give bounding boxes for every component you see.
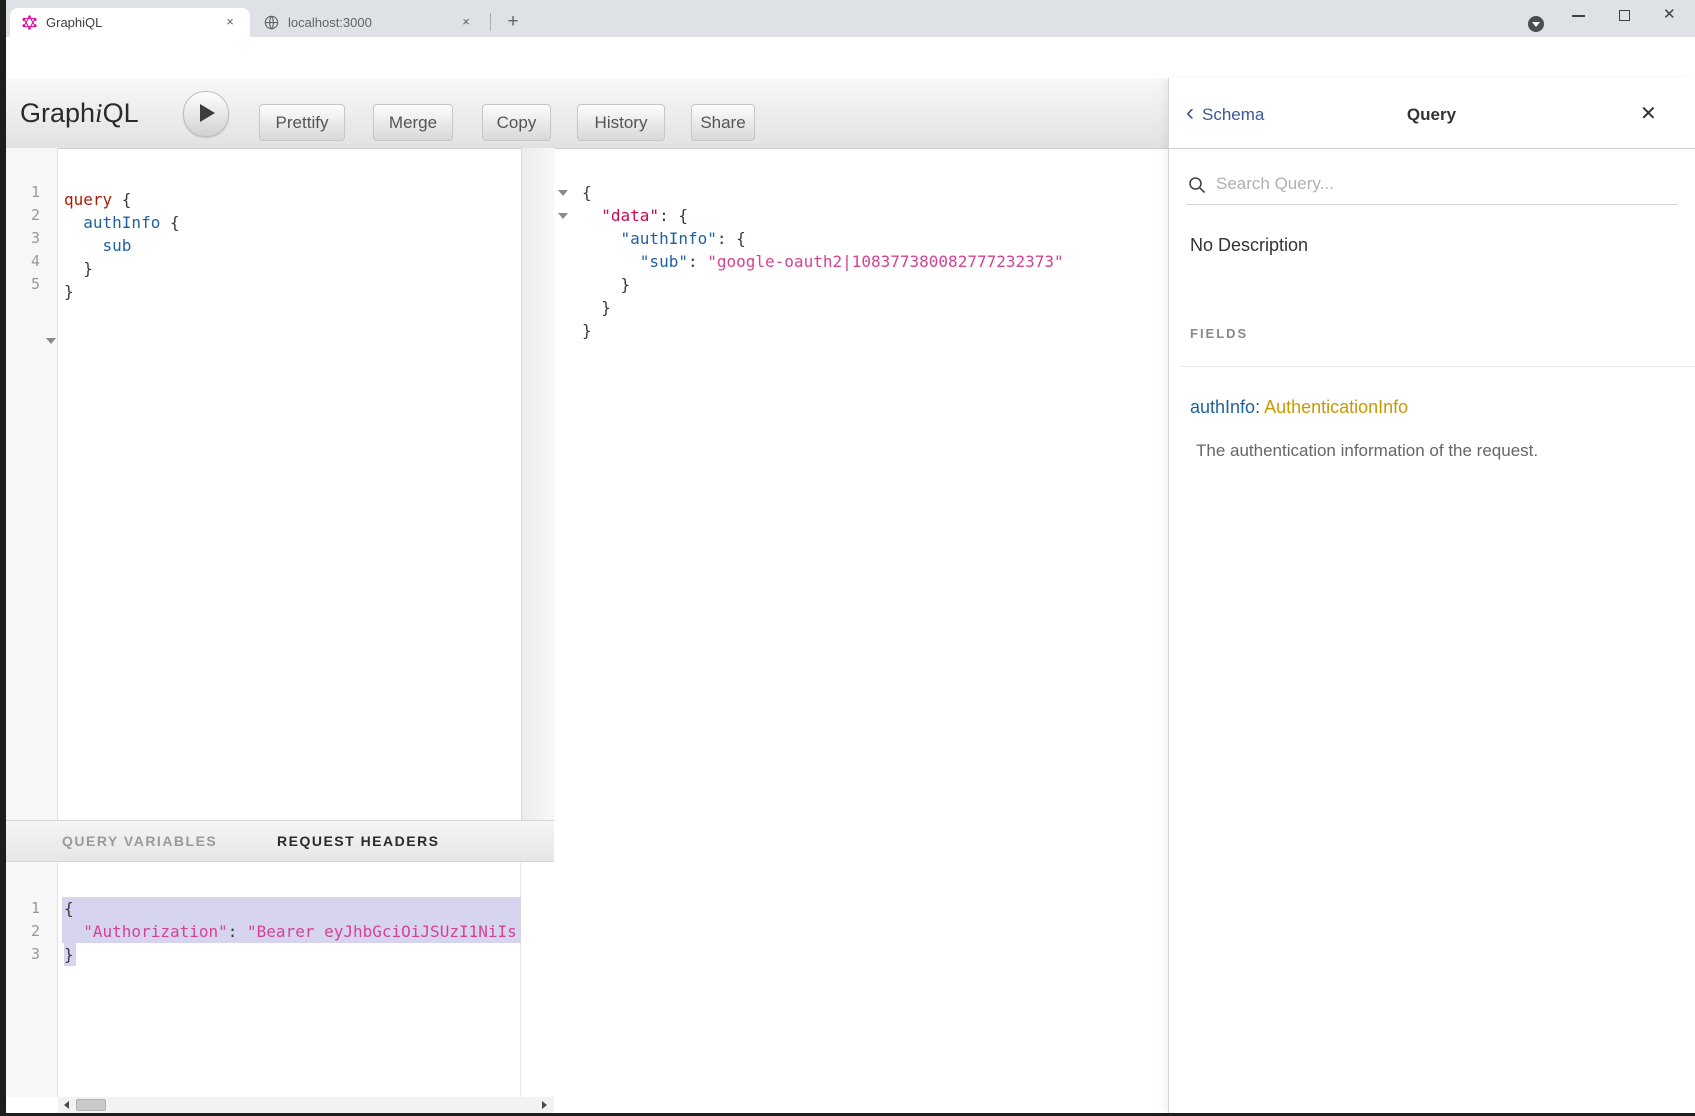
query-editor-gutter: 1 2 3 4 5 bbox=[6, 148, 58, 820]
browser-window: GraphiQL × localhost:3000 × + ✕ ← → ↻ bbox=[0, 0, 1695, 1116]
horizontal-scrollbar[interactable] bbox=[58, 1097, 554, 1113]
field-description: The authentication information of the re… bbox=[1196, 441, 1538, 461]
globe-icon bbox=[264, 15, 279, 30]
type-name-link[interactable]: AuthenticationInfo bbox=[1264, 397, 1408, 417]
graphql-logo-icon bbox=[22, 15, 37, 30]
code-line: "authInfo": { bbox=[582, 227, 746, 250]
headers-editor-gutter: 1 2 3 bbox=[6, 862, 58, 1097]
field-separator: : bbox=[1255, 397, 1264, 417]
line-number: 3 bbox=[6, 227, 40, 250]
pane-divider[interactable] bbox=[521, 148, 554, 820]
doc-explorer-panel bbox=[1168, 78, 1695, 1113]
minimize-button[interactable] bbox=[1572, 15, 1585, 17]
code-line: } bbox=[582, 273, 630, 296]
field-row: authInfo: AuthenticationInfo bbox=[1190, 397, 1408, 418]
code-line: } bbox=[582, 296, 611, 319]
scroll-left-icon[interactable] bbox=[64, 1101, 69, 1109]
share-button[interactable]: Share bbox=[691, 104, 755, 141]
play-icon bbox=[200, 104, 215, 122]
code-line: "sub": "google-oauth2|108377380082777232… bbox=[582, 250, 1064, 273]
code-line: { bbox=[582, 181, 592, 204]
fields-divider bbox=[1181, 366, 1695, 367]
code-line: } bbox=[64, 257, 93, 280]
tab-search-button[interactable] bbox=[1528, 16, 1544, 32]
code-line: query { bbox=[64, 188, 131, 211]
code-line: "Authorization": "Bearer eyJhbGciOiJSUzI… bbox=[64, 920, 517, 943]
text-selection bbox=[62, 897, 521, 920]
browser-toolbar: ← → ↻ localhost:3000 P ✚ bbox=[0, 37, 1695, 78]
chevron-down-icon bbox=[1532, 22, 1540, 27]
line-number: 1 bbox=[6, 181, 40, 204]
code-line: authInfo { bbox=[64, 211, 180, 234]
window-left-edge bbox=[0, 0, 6, 1116]
search-icon bbox=[1188, 176, 1206, 194]
fold-arrow-icon[interactable] bbox=[46, 338, 56, 344]
close-icon[interactable]: × bbox=[222, 14, 238, 30]
code-line: "data": { bbox=[582, 204, 688, 227]
tab-query-variables[interactable]: QUERY VARIABLES bbox=[62, 821, 217, 861]
window-close-button[interactable]: ✕ bbox=[1663, 5, 1676, 23]
code-line: } bbox=[582, 319, 592, 342]
code-line: sub bbox=[64, 234, 131, 257]
query-editor[interactable]: query { authInfo { sub } } bbox=[64, 148, 519, 820]
history-button[interactable]: History bbox=[577, 104, 665, 141]
tab-title: localhost:3000 bbox=[288, 8, 372, 37]
close-icon[interactable]: ✕ bbox=[1640, 101, 1657, 126]
field-name-link[interactable]: authInfo bbox=[1190, 397, 1255, 417]
maximize-button[interactable] bbox=[1619, 10, 1630, 21]
graphiql-logo: GraphiQL bbox=[20, 96, 139, 130]
tab-localhost[interactable]: localhost:3000 × bbox=[252, 8, 488, 37]
tab-title: GraphiQL bbox=[46, 8, 102, 37]
code-line: } bbox=[64, 943, 74, 966]
execute-button[interactable] bbox=[183, 91, 229, 137]
line-number: 2 bbox=[6, 204, 40, 227]
doc-title: Query bbox=[1168, 105, 1695, 125]
search-underline bbox=[1186, 204, 1678, 205]
tab-separator bbox=[490, 13, 491, 31]
fold-arrow-icon[interactable] bbox=[558, 190, 568, 196]
doc-search-input[interactable] bbox=[1214, 170, 1648, 198]
line-number: 4 bbox=[6, 250, 40, 273]
close-icon[interactable]: × bbox=[458, 14, 474, 30]
browser-tab-bar: GraphiQL × localhost:3000 × + ✕ bbox=[0, 0, 1695, 37]
code-line: { bbox=[64, 897, 74, 920]
scrollbar-thumb[interactable] bbox=[76, 1099, 106, 1111]
line-number: 5 bbox=[6, 273, 40, 296]
fields-heading: FIELDS bbox=[1190, 326, 1248, 341]
new-tab-button[interactable]: + bbox=[500, 9, 526, 35]
merge-button[interactable]: Merge bbox=[373, 104, 453, 141]
line-number: 3 bbox=[6, 943, 40, 966]
prettify-button[interactable]: Prettify bbox=[259, 104, 345, 141]
scroll-right-icon[interactable] bbox=[542, 1101, 547, 1109]
result-viewer: { "data": { "authInfo": { "sub": "google… bbox=[554, 148, 1168, 820]
code-line: } bbox=[64, 280, 74, 303]
tab-graphiql[interactable]: GraphiQL × bbox=[10, 8, 250, 37]
line-number: 1 bbox=[6, 897, 40, 920]
line-number: 2 bbox=[6, 920, 40, 943]
fold-arrow-icon[interactable] bbox=[558, 213, 568, 219]
tab-request-headers[interactable]: REQUEST HEADERS bbox=[277, 821, 440, 861]
doc-explorer-header: ‹ Schema Query ✕ bbox=[1168, 78, 1695, 149]
copy-button[interactable]: Copy bbox=[482, 104, 551, 141]
no-description-text: No Description bbox=[1190, 235, 1308, 256]
request-headers-editor[interactable]: { "Authorization": "Bearer eyJhbGciOiJSU… bbox=[58, 862, 521, 1097]
secondary-editor-titlebar: QUERY VARIABLES REQUEST HEADERS bbox=[6, 820, 554, 862]
